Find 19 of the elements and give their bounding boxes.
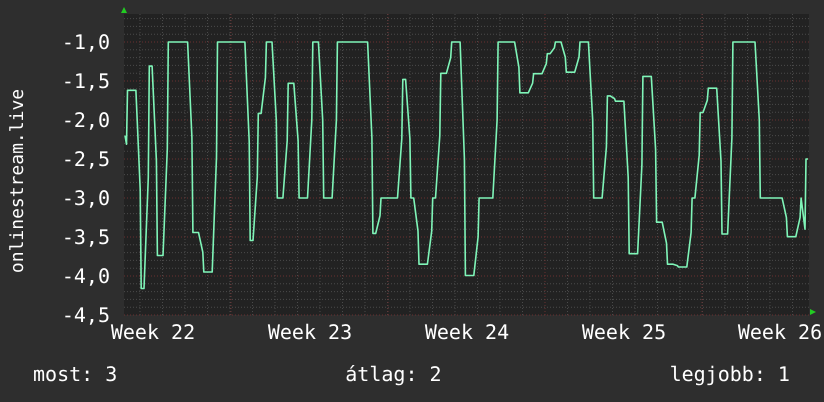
legend-text: átlag: 2 bbox=[345, 362, 442, 386]
axis-label: Week 26 bbox=[738, 320, 822, 344]
arrow-icon bbox=[121, 7, 127, 13]
axis-label: -3,0 bbox=[62, 186, 110, 210]
axis-title: onlinestream.live bbox=[7, 88, 28, 274]
legend-text: legjobb: 1 bbox=[670, 362, 790, 386]
axis-label: -1,0 bbox=[62, 30, 110, 54]
axis-label: Week 23 bbox=[268, 320, 352, 344]
axis-label: -4,5 bbox=[62, 303, 110, 327]
arrow-icon bbox=[810, 309, 816, 315]
legend-text: most: 3 bbox=[33, 362, 118, 386]
axis-label: -2,0 bbox=[62, 108, 110, 132]
axis-label: -1,5 bbox=[62, 69, 110, 93]
axis-label: -3,5 bbox=[62, 225, 110, 249]
axis-label: -2,5 bbox=[62, 147, 110, 171]
axis-label: Week 22 bbox=[110, 320, 196, 344]
axis-label: Week 24 bbox=[424, 320, 510, 344]
axis-label: Week 25 bbox=[582, 320, 666, 344]
axis-label: -4,0 bbox=[62, 264, 110, 288]
